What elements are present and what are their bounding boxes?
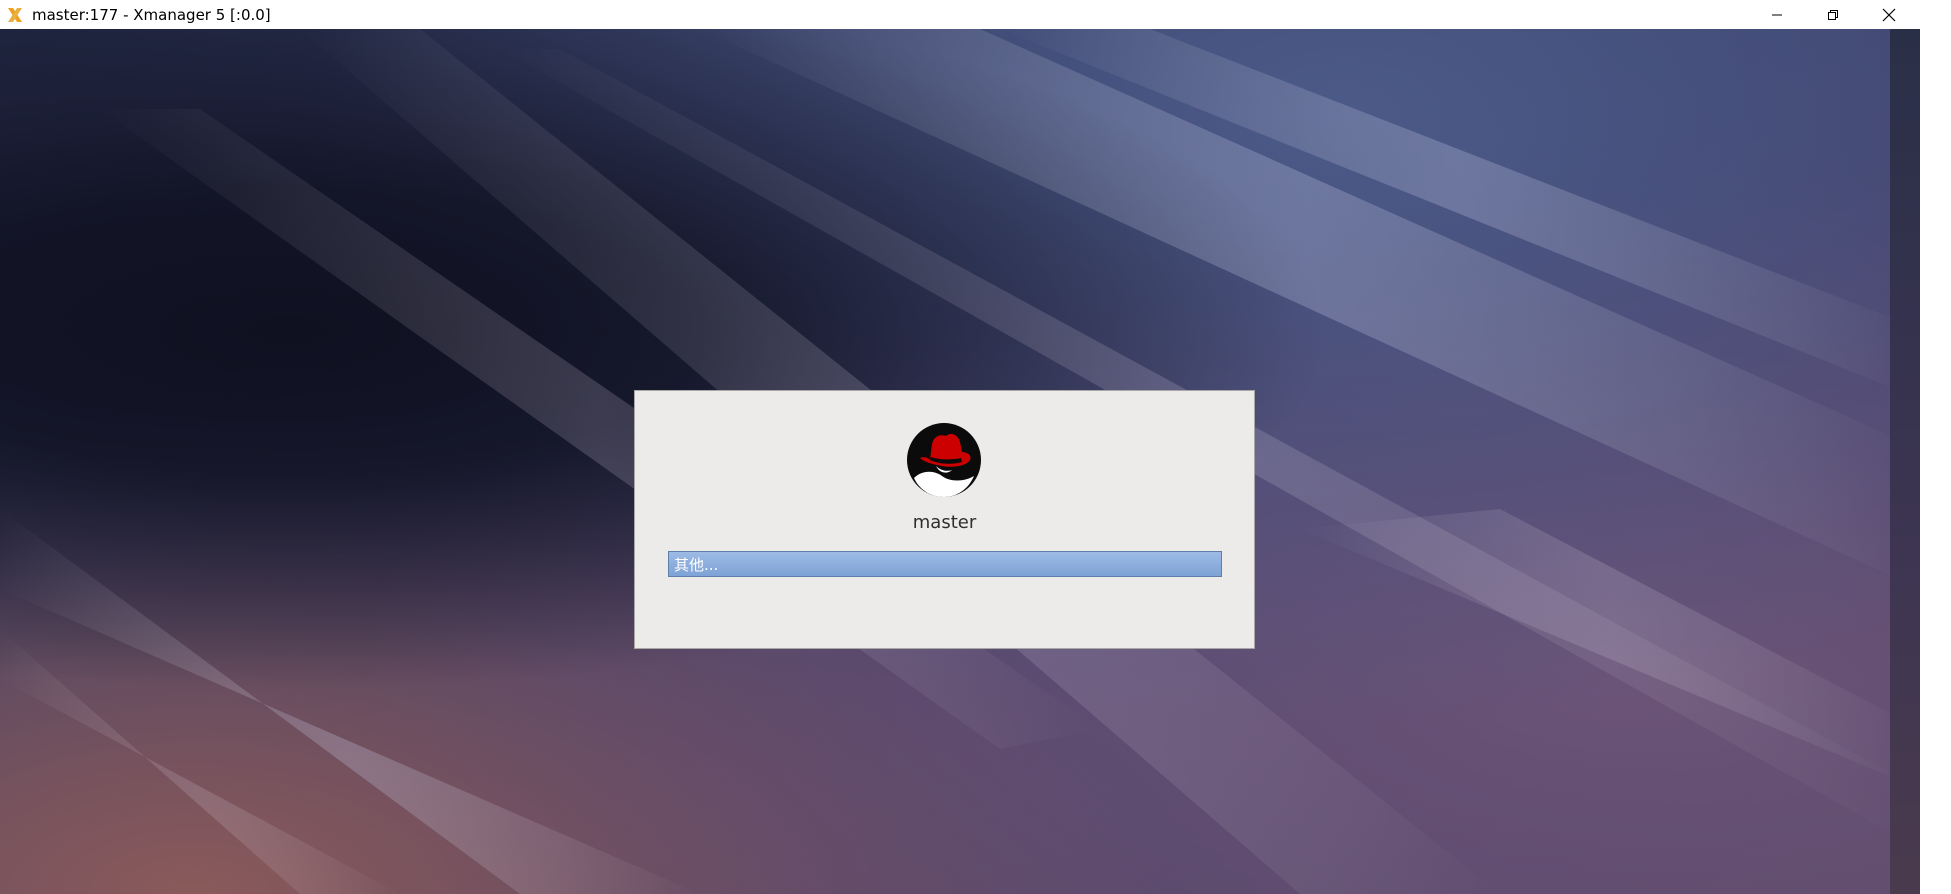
xmanager-x-icon (8, 7, 22, 22)
redhat-logo-icon (907, 423, 981, 497)
minimize-icon (1772, 14, 1782, 15)
login-dialog: master 其他... (634, 390, 1255, 649)
window-title: master:177 - Xmanager 5 [:0.0] (32, 5, 271, 24)
minimize-button[interactable] (1749, 0, 1805, 29)
hostname-label: master (912, 512, 977, 533)
window-edge (1890, 29, 1920, 894)
restore-icon (1828, 9, 1838, 20)
user-list[interactable]: 其他... (668, 551, 1222, 577)
close-button[interactable] (1861, 0, 1917, 29)
user-list-item-other[interactable]: 其他... (674, 554, 718, 575)
title-bar[interactable]: master:177 - Xmanager 5 [:0.0] (0, 0, 1920, 29)
close-icon (1882, 8, 1896, 21)
xmanager-window: master:177 - Xmanager 5 [:0.0] master 其他… (0, 0, 1920, 894)
restore-button[interactable] (1805, 0, 1861, 29)
